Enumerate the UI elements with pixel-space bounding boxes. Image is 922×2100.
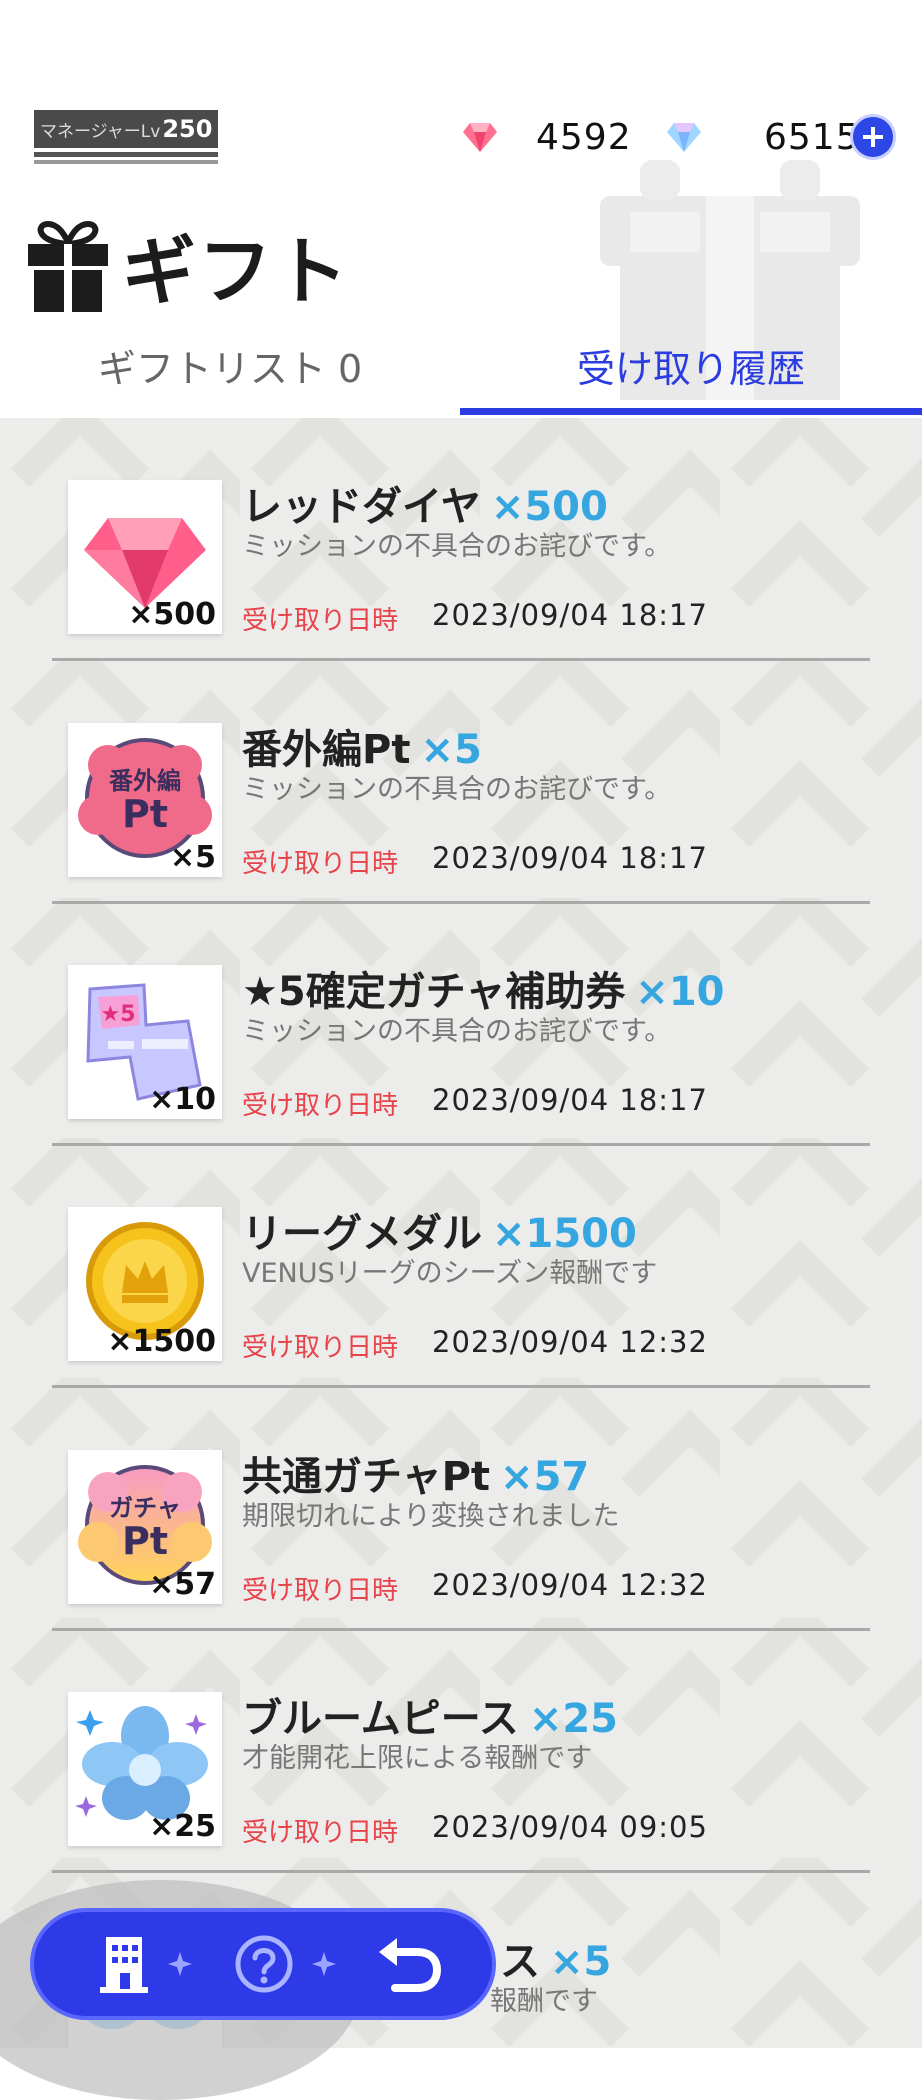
- item-thumbnail: ★5 ×10: [68, 965, 222, 1119]
- plus-icon: [863, 127, 883, 147]
- extra-pt-label-top: 番外編: [108, 767, 181, 795]
- received-date-label: 受け取り日時: [242, 849, 399, 879]
- help-button[interactable]: [214, 1912, 314, 2016]
- item-description: 期限切れにより変換されました: [242, 1501, 620, 1532]
- item-thumbnail: ×25: [68, 1692, 222, 1846]
- history-list[interactable]: ×500 レッドダイヤ ×500 ミッションの不具合のお詫びです。 受け取り日時 …: [0, 418, 922, 2048]
- active-tab-underline: [460, 408, 922, 415]
- thumbnail-quantity: ×5: [169, 840, 216, 875]
- item-description: ミッションの不具合のお詫びです。: [242, 531, 672, 562]
- received-date: 2023/09/04 18:17: [432, 841, 708, 875]
- item-description: VENUSリーグのシーズン報酬です: [242, 1258, 658, 1289]
- item-description: ミッションの不具合のお詫びです。: [242, 774, 672, 805]
- back-button[interactable]: [360, 1912, 460, 2016]
- list-item[interactable]: ×1500 リーグメダル ×1500 VENUSリーグのシーズン報酬です 受け取り…: [0, 1145, 922, 1388]
- received-date: 2023/09/04 12:32: [432, 1325, 708, 1359]
- item-description: 才能開花上限による報酬です: [242, 1743, 593, 1774]
- list-item[interactable]: ×25 ブルームピース ×25 才能開花上限による報酬です 受け取り日時 2023…: [0, 1630, 922, 1873]
- page-title: ギフト: [122, 229, 350, 315]
- gacha-pt-label-bottom: Pt: [122, 1519, 168, 1563]
- tab-receive-history[interactable]: 受け取り履歴: [460, 330, 922, 400]
- manager-level-badge: マネージャーLv 250: [34, 110, 218, 166]
- gift-icon: [28, 220, 108, 312]
- question-icon: [235, 1935, 293, 1993]
- nav-separator: [160, 1912, 200, 2016]
- home-button[interactable]: [74, 1912, 174, 2016]
- received-date-label: 受け取り日時: [242, 1576, 399, 1606]
- received-date-label: 受け取り日時: [242, 1091, 399, 1121]
- received-date-label: 受け取り日時: [242, 606, 399, 636]
- red-diamond-counter: 4592: [462, 112, 632, 162]
- received-date: 2023/09/04 12:32: [432, 1568, 708, 1602]
- thumbnail-quantity: ×10: [149, 1082, 216, 1117]
- list-item[interactable]: ×500 レッドダイヤ ×500 ミッションの不具合のお詫びです。 受け取り日時 …: [0, 418, 922, 661]
- page-title-row: ギフト: [26, 212, 350, 319]
- received-date-label: 受け取り日時: [242, 1333, 399, 1363]
- tab-gift-list[interactable]: ギフトリスト 0: [0, 330, 460, 400]
- list-item[interactable]: ★5 ×10 ★5確定ガチャ補助券 ×10 ミッションの不具合のお詫びです。 受け…: [0, 903, 922, 1146]
- list-item[interactable]: 番外編 Pt ×5 番外編Pt ×5 ミッションの不具合のお詫びです。 受け取り日…: [0, 661, 922, 904]
- ticket-star-label: ★5: [100, 1002, 135, 1027]
- thumbnail-quantity: ×57: [149, 1567, 216, 1602]
- blue-diamond-count: 6515: [764, 116, 860, 158]
- blue-diamond-counter: 6515: [666, 112, 860, 162]
- nav-separator: [304, 1912, 344, 2016]
- blue-diamond-icon: [667, 123, 701, 152]
- back-arrow-icon: [379, 1938, 442, 1992]
- red-diamond-icon: [463, 123, 497, 152]
- item-thumbnail: ×500: [68, 480, 222, 634]
- red-diamond-count: 4592: [536, 116, 632, 158]
- extra-pt-label-bottom: Pt: [122, 792, 168, 836]
- item-description: 報酬です: [490, 1986, 598, 2017]
- received-date: 2023/09/04 18:17: [432, 598, 708, 632]
- item-description: ミッションの不具合のお詫びです。: [242, 1016, 672, 1047]
- thumbnail-quantity: ×500: [128, 597, 216, 632]
- thumbnail-quantity: ×1500: [107, 1324, 216, 1359]
- list-item[interactable]: ガチャ Pt ×57 共通ガチャPt ×57 期限切れにより変換されました 受け取…: [0, 1388, 922, 1631]
- item-thumbnail: 番外編 Pt ×5: [68, 723, 222, 877]
- gacha-pt-label-top: ガチャ: [109, 1494, 181, 1522]
- received-date: 2023/09/04 18:17: [432, 1083, 708, 1117]
- sparkle-icon: [312, 1952, 336, 1976]
- level-value: 250: [162, 115, 213, 143]
- header: マネージャーLv 250 4592 6515 ギフト ギフトリスト 0 受け取り…: [0, 0, 922, 418]
- level-label: マネージャーLv: [40, 121, 161, 142]
- bottom-nav-bar: [30, 1908, 496, 2020]
- received-date-label: 受け取り日時: [242, 1818, 399, 1848]
- item-thumbnail: ×1500: [68, 1207, 222, 1361]
- sparkle-icon: [168, 1952, 192, 1976]
- item-thumbnail: ガチャ Pt ×57: [68, 1450, 222, 1604]
- add-diamond-button[interactable]: [850, 114, 896, 160]
- building-icon: [100, 1937, 148, 1993]
- thumbnail-quantity: ×25: [149, 1809, 216, 1844]
- received-date: 2023/09/04 09:05: [432, 1810, 708, 1844]
